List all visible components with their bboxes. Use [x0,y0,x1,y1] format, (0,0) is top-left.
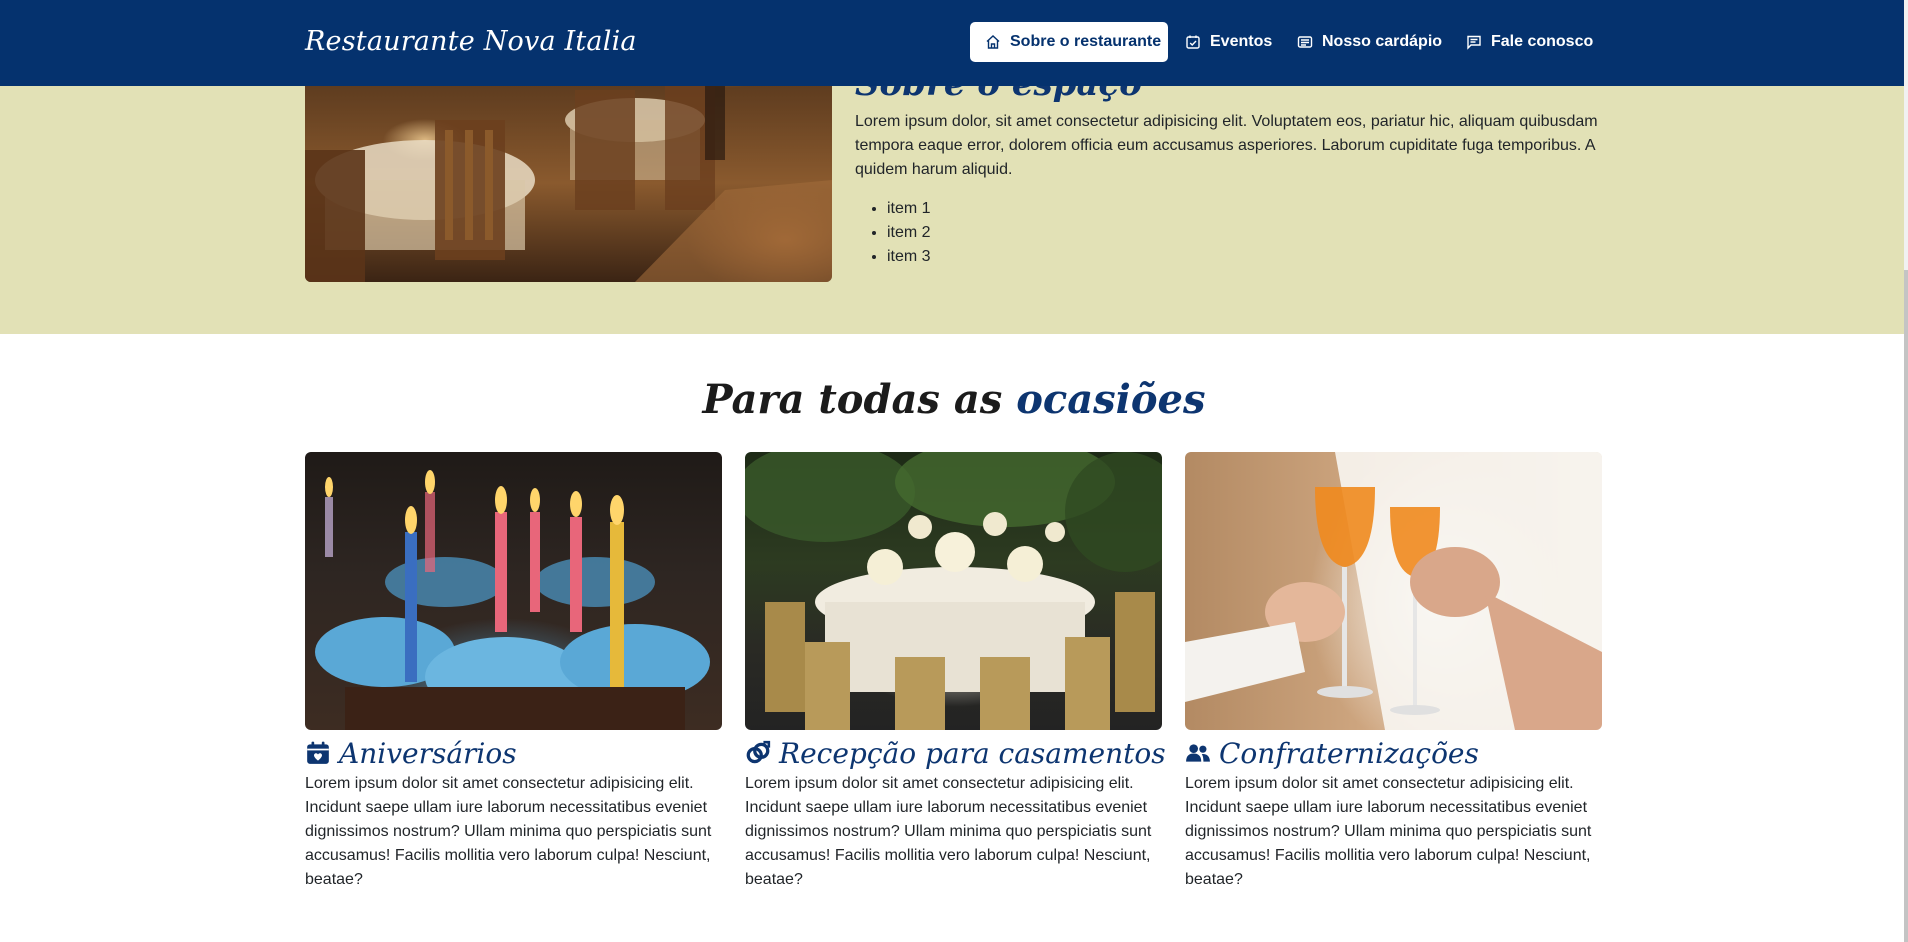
home-icon [986,35,1000,49]
occasion-card-title: Recepção para casamentos [745,734,1166,772]
occasion-card-title-text: Recepção para casamentos [779,736,1166,770]
calendar-check-icon [1186,35,1200,49]
occasions-title: Para todas as ocasiões [0,372,1908,428]
about-list: item 1 item 2 item 3 [887,197,931,269]
top-navbar: Restaurante Nova Italia Sobre o restaura… [0,0,1908,86]
page-scrollbar[interactable] [1904,0,1908,942]
occasion-card-title-text: Aniversários [339,736,517,770]
occasion-card-title: Aniversários [305,734,722,772]
occasion-card-text: Lorem ipsum dolor sit amet consectetur a… [305,775,712,888]
people-icon [1186,744,1210,762]
about-list-item: item 1 [887,197,931,221]
nav-link-eventos[interactable]: Eventos [1170,22,1287,62]
occasion-card-birthday: Aniversários Lorem ipsum dolor sit amet … [305,452,722,892]
nav-link-label: Fale conosco [1491,33,1594,50]
scrollbar-thumb[interactable] [1904,270,1908,942]
chat-icon [1467,35,1481,50]
calendar-heart-icon [307,741,329,764]
nav-link-fale-conosco[interactable]: Fale conosco [1451,22,1608,62]
occasion-card-text: Lorem ipsum dolor sit amet consectetur a… [745,775,1152,888]
occasions-title-accent: ocasiões [1016,376,1206,423]
wedding-rings-icon [746,740,771,764]
about-list-item: item 3 [887,245,931,269]
birthday-cupcakes-image [305,452,722,730]
menu-card-icon [1297,36,1313,48]
occasion-card-text: Lorem ipsum dolor sit amet consectetur a… [1185,775,1592,888]
brand-logo-link[interactable]: Restaurante Nova Italia [305,22,637,62]
occasions-title-part1: Para todas as [702,376,1003,423]
occasion-card-title: Confraternizações [1185,734,1602,772]
wedding-table-image [745,452,1162,730]
about-description: Lorem ipsum dolor, sit amet consectetur … [855,113,1598,178]
nav-link-label: Nosso cardápio [1322,33,1443,50]
nav-link-cardapio[interactable]: Nosso cardápio [1282,22,1457,62]
occasion-card-gathering: Confraternizações Lorem ipsum dolor sit … [1185,452,1602,892]
occasion-card-wedding: Recepção para casamentos Lorem ipsum dol… [745,452,1166,892]
occasion-card-title-text: Confraternizações [1219,736,1479,770]
nav-link-label: Eventos [1210,33,1273,50]
about-list-item: item 2 [887,221,931,245]
nav-link-label: Sobre o restaurante [1010,33,1162,50]
toast-drinks-image [1185,452,1602,730]
nav-link-sobre[interactable]: Sobre o restaurante [970,22,1168,62]
